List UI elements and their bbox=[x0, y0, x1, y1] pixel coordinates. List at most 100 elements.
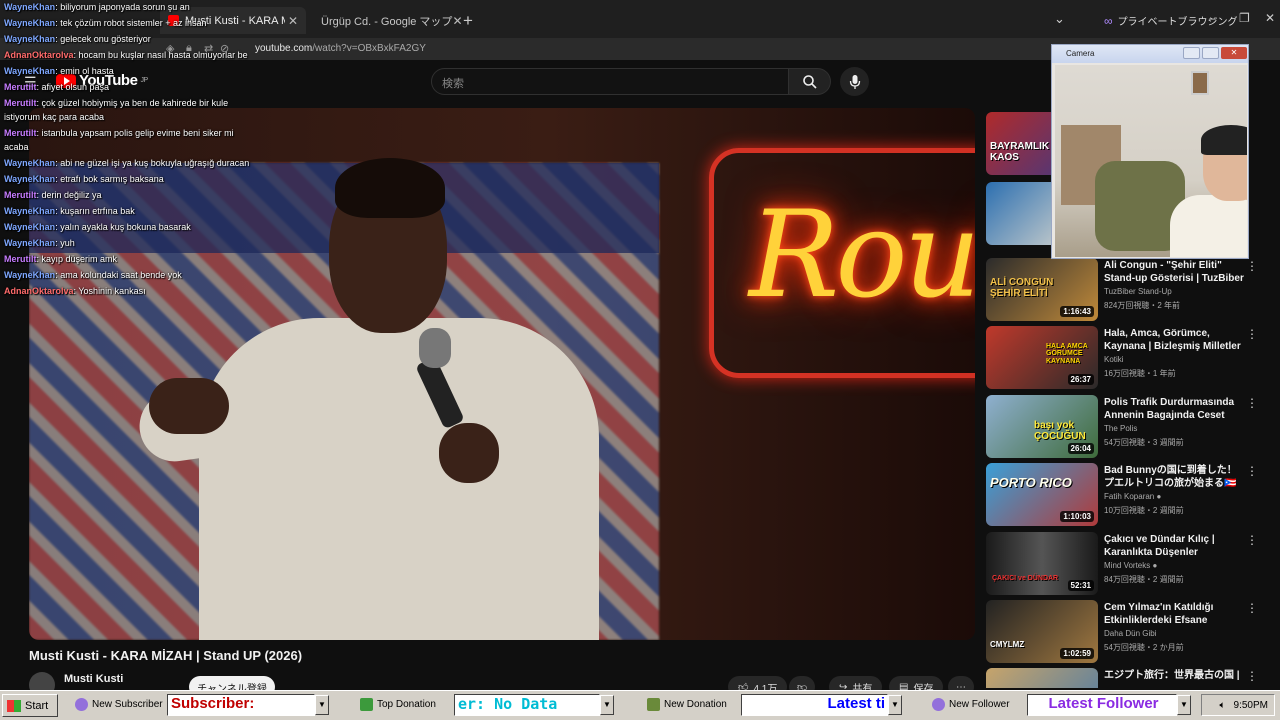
recommendation-item[interactable]: ALİ CONGUN ŞEHİR ELİTİ 1:16:43 Ali Congu… bbox=[986, 258, 1266, 322]
chat-username[interactable]: AdnanOktarolva bbox=[4, 50, 74, 60]
camera-maximize-button[interactable] bbox=[1202, 47, 1219, 59]
camera-minimize-button[interactable] bbox=[1183, 47, 1200, 59]
new-donation-label: New Donation bbox=[664, 699, 727, 710]
chat-username[interactable]: AdnanOktarolva bbox=[4, 286, 74, 296]
more-options-icon[interactable]: ⋮ bbox=[1246, 396, 1258, 410]
recommendation-item[interactable]: PORTO RICO 1:10:03 Bad Bunnyの国に到着した！プエルト… bbox=[986, 463, 1266, 527]
latest-tip-dropdown[interactable]: ▼ bbox=[888, 695, 902, 715]
search-input[interactable]: 検索 bbox=[431, 68, 789, 95]
chat-username[interactable]: Merutilt bbox=[4, 190, 37, 200]
donation-dropdown[interactable]: ▼ bbox=[600, 695, 614, 715]
chat-username[interactable]: WayneKhan bbox=[4, 174, 55, 184]
chat-username[interactable]: WayneKhan bbox=[4, 18, 55, 28]
video-title[interactable]: Çakıcı ve Dündar Kılıç | Karanlıkta Düşe… bbox=[1104, 533, 1244, 559]
video-title[interactable]: Polis Trafik Durdurmasında Annenin Bagaj… bbox=[1104, 396, 1244, 422]
more-options-icon[interactable]: ⋮ bbox=[1246, 464, 1258, 478]
channel-name[interactable]: Daha Dün Gibi bbox=[1104, 629, 1156, 638]
chat-username[interactable]: WayneKhan bbox=[4, 270, 55, 280]
chat-text: yalın ayakla kuş bokuna basarak bbox=[60, 222, 191, 232]
chat-text: yuh bbox=[60, 238, 75, 248]
video-thumbnail[interactable]: PORTO RICO 1:10:03 bbox=[986, 463, 1098, 526]
video-thumbnail[interactable]: ALİ CONGUN ŞEHİR ELİTİ 1:16:43 bbox=[986, 258, 1098, 321]
tab-maps[interactable]: Ürgüp Cd. - Google マップ ✕ bbox=[307, 7, 463, 34]
close-tab-icon[interactable]: ✕ bbox=[288, 14, 298, 28]
latest-follower-text: Latest Follower bbox=[1048, 695, 1159, 712]
chat-text: gelecek onu gösteriyor bbox=[60, 34, 151, 44]
new-follower-alert[interactable]: New Follower bbox=[932, 698, 1010, 711]
minimize-window-button[interactable]: – bbox=[1209, 11, 1216, 25]
video-title[interactable]: Hala, Amca, Görümce, Kaynana | Bizleşmiş… bbox=[1104, 327, 1244, 353]
recommendation-item[interactable]: CMYLMZ 1:02:59 Cem Yılmaz'ın Katıldığı E… bbox=[986, 600, 1266, 664]
channel-name[interactable]: Musti Kusti bbox=[64, 673, 123, 685]
video-thumbnail[interactable]: başı yok ÇOCUĞUN 26:04 bbox=[986, 395, 1098, 458]
camera-close-button[interactable]: ✕ bbox=[1221, 47, 1247, 59]
chat-username[interactable]: Merutilt bbox=[4, 128, 37, 138]
video-title[interactable]: Ali Congun - "Şehir Eliti" Stand-up Göst… bbox=[1104, 259, 1244, 285]
restore-window-button[interactable]: ❐ bbox=[1239, 11, 1250, 25]
voice-search-button[interactable] bbox=[840, 67, 869, 96]
start-button[interactable]: Start bbox=[2, 694, 58, 717]
new-tab-button[interactable]: + bbox=[463, 11, 473, 31]
new-subscriber-alert[interactable]: New Subscriber bbox=[75, 698, 163, 711]
neon-sign: Route bbox=[749, 186, 975, 325]
search-button[interactable] bbox=[789, 68, 831, 95]
subscriber-field[interactable]: Subscriber: bbox=[167, 694, 315, 716]
video-thumbnail[interactable]: CMYLMZ 1:02:59 bbox=[986, 600, 1098, 663]
video-thumbnail[interactable]: HALA AMCA GÖRÜMCE KAYNANA 26:37 bbox=[986, 326, 1098, 389]
close-window-button[interactable]: ✕ bbox=[1265, 11, 1275, 25]
video-thumbnail[interactable]: ÇAKICI ve DÜNDAR 52:31 bbox=[986, 532, 1098, 595]
video-duration: 52:31 bbox=[1067, 580, 1094, 591]
chat-username[interactable]: WayneKhan bbox=[4, 158, 55, 168]
latest-follower-field[interactable]: Latest Follower bbox=[1027, 694, 1177, 716]
more-options-icon[interactable]: ⋮ bbox=[1246, 327, 1258, 341]
chat-text: biliyorum japonyada sorun şu an bbox=[60, 2, 190, 12]
channel-name[interactable]: Kotiki bbox=[1104, 355, 1124, 364]
close-tab-icon[interactable]: ✕ bbox=[452, 14, 462, 28]
chat-username[interactable]: WayneKhan bbox=[4, 222, 55, 232]
tab-list-chevron-icon[interactable]: ⌄ bbox=[1054, 11, 1065, 27]
video-thumbnail[interactable] bbox=[986, 668, 1098, 688]
subscriber-field-text: Subscriber: bbox=[171, 695, 255, 712]
recommendation-item[interactable]: エジプト旅行：世界最古の国 | ⋮ bbox=[986, 668, 1266, 688]
video-title[interactable]: Cem Yılmaz'ın Katıldığı Etkinliklerdeki … bbox=[1104, 601, 1244, 627]
latest-tip-text: Latest ti bbox=[827, 695, 885, 712]
chat-text: kuşarın etrfına bak bbox=[60, 206, 135, 216]
latest-tip-field[interactable]: Latest ti bbox=[741, 694, 888, 716]
url-field[interactable]: youtube.com/watch?v=OBxBxkFA2GY bbox=[255, 43, 426, 54]
channel-name[interactable]: Mind Vorteks ● bbox=[1104, 561, 1157, 570]
more-options-icon[interactable]: ⋮ bbox=[1246, 601, 1258, 615]
more-options-icon[interactable]: ⋮ bbox=[1246, 669, 1258, 683]
donation-icon bbox=[360, 698, 373, 711]
chat-username[interactable]: Merutilt bbox=[4, 98, 37, 108]
new-follower-label: New Follower bbox=[949, 699, 1010, 710]
video-meta: 10万回視聴・2 週間前 bbox=[1104, 506, 1184, 515]
more-options-icon[interactable]: ⋮ bbox=[1246, 259, 1258, 273]
more-options-icon[interactable]: ⋮ bbox=[1246, 533, 1258, 547]
channel-name[interactable]: The Polis bbox=[1104, 424, 1137, 433]
camera-window[interactable]: Camera ✕ bbox=[1051, 44, 1249, 259]
chat-message: WayneKhan: biliyorum japonyada sorun şu … bbox=[4, 0, 264, 14]
chat-text: ama kolundaki saat bende yok bbox=[60, 270, 182, 280]
channel-name-text: Fatih Koparan bbox=[1104, 492, 1155, 501]
chat-username[interactable]: WayneKhan bbox=[4, 66, 55, 76]
subscriber-dropdown[interactable]: ▼ bbox=[315, 695, 329, 715]
new-donation-alert[interactable]: New Donation bbox=[647, 698, 727, 711]
chat-username[interactable]: WayneKhan bbox=[4, 2, 55, 12]
channel-name[interactable]: TuzBiber Stand-Up bbox=[1104, 287, 1172, 296]
recommendation-item[interactable]: ÇAKICI ve DÜNDAR 52:31 Çakıcı ve Dündar … bbox=[986, 532, 1266, 596]
video-title[interactable]: Bad Bunnyの国に到着した！プエルトリコの旅が始まる🇵🇷 bbox=[1104, 464, 1244, 490]
recommendation-item[interactable]: başı yok ÇOCUĞUN 26:04 Polis Trafik Durd… bbox=[986, 395, 1266, 459]
chat-text: kayıp düşerim amk bbox=[41, 254, 118, 264]
channel-name[interactable]: Fatih Koparan ● bbox=[1104, 492, 1161, 501]
top-donation-alert[interactable]: Top Donation bbox=[360, 698, 436, 711]
donation-field[interactable]: er: No Data bbox=[454, 694, 600, 716]
private-mask-icon: ∞ bbox=[1104, 13, 1113, 28]
chat-username[interactable]: WayneKhan bbox=[4, 238, 55, 248]
chat-username[interactable]: WayneKhan bbox=[4, 34, 55, 44]
chat-username[interactable]: Merutilt bbox=[4, 254, 37, 264]
chat-username[interactable]: Merutilt bbox=[4, 82, 37, 92]
latest-follower-dropdown[interactable]: ▼ bbox=[1177, 695, 1191, 715]
video-title[interactable]: エジプト旅行：世界最古の国 | bbox=[1104, 669, 1244, 682]
recommendation-item[interactable]: HALA AMCA GÖRÜMCE KAYNANA 26:37 Hala, Am… bbox=[986, 326, 1266, 390]
chat-username[interactable]: WayneKhan bbox=[4, 206, 55, 216]
